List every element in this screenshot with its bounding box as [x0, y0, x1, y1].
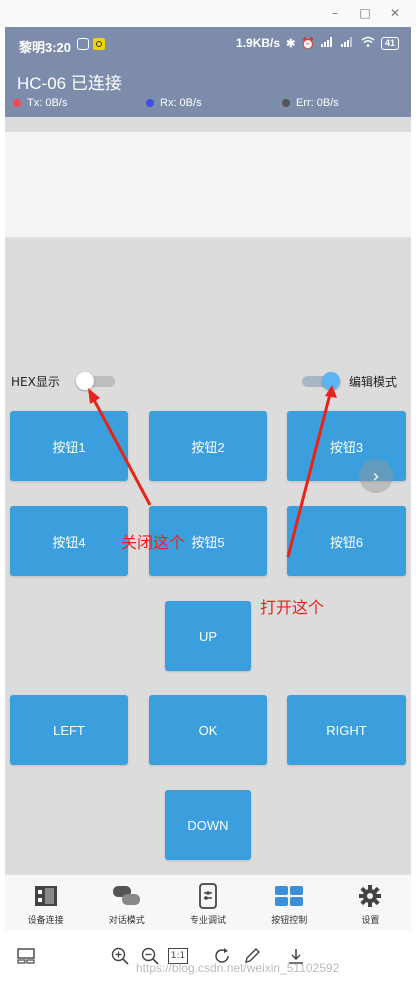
- annotation-close-this: 关闭这个: [121, 533, 186, 552]
- network-speed: 1.9KB/s: [236, 36, 281, 50]
- nav-settings[interactable]: 设置: [330, 875, 411, 930]
- chat-bubbles-icon: [112, 883, 142, 909]
- tx-stat: Tx: 0B/s: [13, 97, 67, 109]
- up-button[interactable]: UP: [165, 601, 251, 671]
- thumbnail-icon[interactable]: [16, 946, 36, 966]
- ok-button[interactable]: OK: [149, 695, 267, 765]
- nav-device-connect[interactable]: 设备连接: [5, 875, 86, 930]
- app-header: HC-06 已连接 Tx: 0B/s Rx: 0B/s Err: 0B/s: [5, 63, 411, 117]
- bottom-navigation: 设备连接 对话模式 专业调试 按钮控制 设置: [5, 874, 411, 930]
- nav-chat-mode[interactable]: 对话模式: [86, 875, 167, 930]
- button-2[interactable]: 按钮2: [149, 411, 267, 481]
- nav-label: 专业调试: [190, 916, 227, 926]
- close-window-button[interactable]: ✕: [384, 4, 406, 22]
- rx-label: Rx: 0B/s: [160, 97, 202, 109]
- nav-label: 设置: [361, 916, 380, 926]
- button-4[interactable]: 按钮4: [10, 506, 128, 576]
- app-notification-icon: [93, 38, 105, 50]
- zoom-in-icon[interactable]: [110, 946, 130, 966]
- gear-icon: [358, 883, 382, 909]
- edit-mode-label: 编辑模式: [349, 375, 398, 389]
- nav-label: 对话模式: [108, 916, 145, 926]
- hex-toggle-knob: [76, 372, 94, 390]
- rx-dot-icon: [146, 99, 154, 107]
- debug-panel-icon: [198, 883, 218, 909]
- err-label: Err: 0B/s: [296, 97, 339, 109]
- signal-icon: [320, 36, 335, 50]
- button-control-panel: HEX显示 编辑模式 按钮1 按钮2 按钮3 按钮4 按钮5 按钮6 UP LE…: [5, 117, 411, 874]
- page-title: HC-06 已连接: [17, 74, 122, 93]
- bluetooth-icon: ✱: [286, 37, 296, 50]
- status-time: 黎明3:20: [19, 40, 72, 55]
- window-title-bar: – □ ✕: [0, 0, 416, 27]
- status-indicators: 1.9KB/s ✱ ⏰ 41: [236, 36, 399, 50]
- phone-status-bar: 黎明3:20 1.9KB/s ✱ ⏰ 41: [5, 27, 411, 63]
- nav-label: 设备连接: [27, 916, 64, 926]
- maximize-button[interactable]: □: [354, 4, 376, 22]
- button-1[interactable]: 按钮1: [10, 411, 128, 481]
- notification-icon: [77, 38, 89, 50]
- left-button[interactable]: LEFT: [10, 695, 128, 765]
- tx-label: Tx: 0B/s: [27, 97, 68, 109]
- next-page-chevron-icon[interactable]: ›: [359, 459, 393, 493]
- tx-dot-icon: [13, 99, 21, 107]
- device-connect-icon: [33, 883, 59, 909]
- nav-pro-debug[interactable]: 专业调试: [167, 875, 248, 930]
- image-viewer-toolbar: 1:1: [0, 930, 416, 988]
- alarm-icon: ⏰: [301, 37, 315, 50]
- receive-area[interactable]: [5, 132, 411, 238]
- battery-icon: 41: [380, 36, 399, 50]
- button-6[interactable]: 按钮6: [287, 506, 406, 576]
- nav-button-control[interactable]: 按钮控制: [249, 875, 330, 930]
- annotation-open-this: 打开这个: [260, 598, 325, 617]
- down-button[interactable]: DOWN: [165, 790, 251, 860]
- nav-label: 按钮控制: [271, 916, 308, 926]
- wifi-icon: [361, 36, 375, 50]
- watermark-text: https://blog.csdn.net/weixin_51102592: [136, 961, 340, 975]
- err-dot-icon: [282, 99, 290, 107]
- button-grid-icon: [274, 883, 304, 909]
- hex-display-label: HEX显示: [11, 375, 60, 389]
- signal-2-icon: [340, 36, 355, 50]
- minimize-button[interactable]: –: [324, 4, 346, 22]
- rx-stat: Rx: 0B/s: [146, 97, 202, 109]
- right-button[interactable]: RIGHT: [287, 695, 406, 765]
- edit-toggle-knob: [322, 372, 340, 390]
- err-stat: Err: 0B/s: [282, 97, 339, 109]
